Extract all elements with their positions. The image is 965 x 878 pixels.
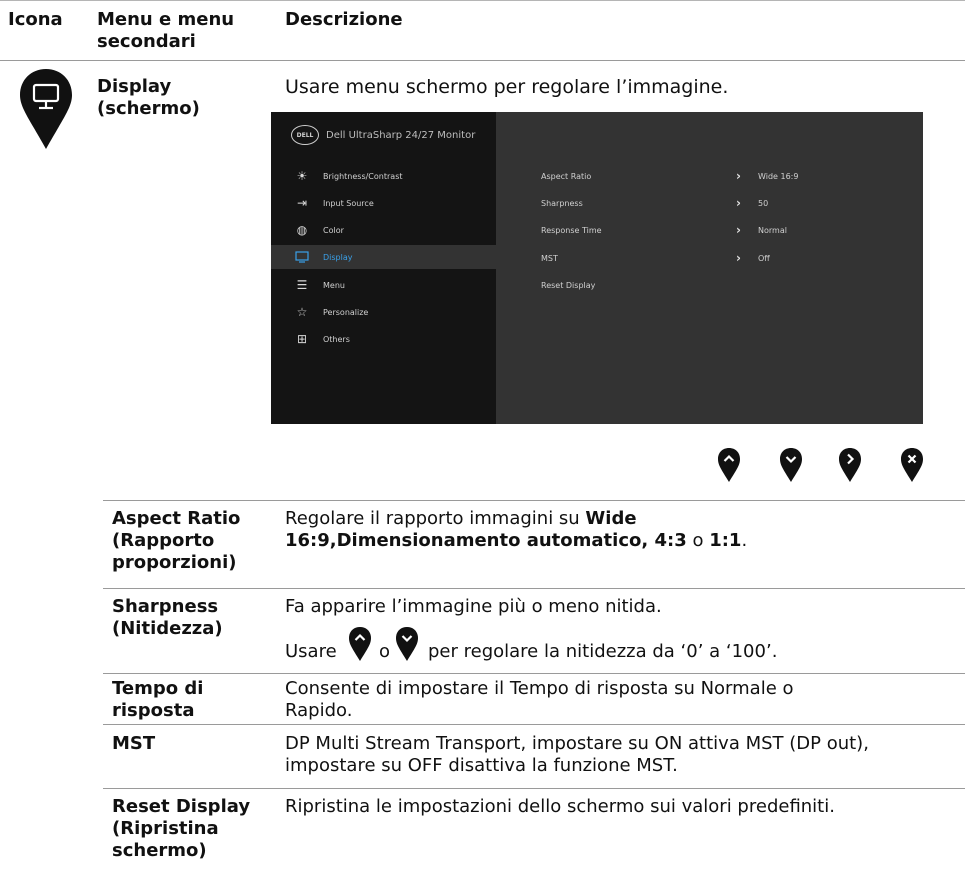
monitor-icon — [295, 250, 309, 264]
osd-menu-panel: DELL Dell UltraSharp 24/27 Monitor ☀ Bri… — [271, 112, 496, 424]
osd-menu-item-menu[interactable]: ☰ Menu — [271, 273, 496, 297]
header-menu: Menu e menu secondari — [97, 9, 235, 52]
row-rule-reset — [103, 788, 965, 789]
osd-title-bar: DELL Dell UltraSharp 24/27 Monitor — [291, 125, 475, 145]
response-time-description: Consente di impostare il Tempo di rispos… — [285, 678, 794, 721]
menu-list-icon: ☰ — [296, 278, 308, 292]
osd-setting-mst[interactable]: MST › Off — [541, 250, 901, 266]
mst-name: MST — [112, 733, 156, 754]
osd-menu-item-input-source[interactable]: ⇥ Input Source — [271, 191, 496, 215]
row-rule-mst — [103, 724, 965, 725]
mst-description: DP Multi Stream Transport, impostare su … — [285, 733, 869, 776]
osd-menu-item-others[interactable]: ⊞ Others — [271, 327, 496, 351]
up-button-icon — [718, 448, 740, 482]
down-button-icon — [780, 448, 802, 482]
osd-menu-item-brightness[interactable]: ☀ Brightness/Contrast — [271, 164, 496, 188]
top-rule — [0, 0, 965, 1]
reset-display-description: Ripristina le impostazioni dello schermo… — [285, 796, 835, 817]
header-description: Descrizione — [285, 9, 403, 30]
header-rule — [0, 60, 965, 61]
header-icon: Icona — [8, 9, 63, 30]
response-time-name: Tempo di risposta — [112, 678, 204, 721]
right-button-icon — [839, 448, 861, 482]
sharpness-name: Sharpness (Nitidezza) — [112, 596, 223, 639]
osd-menu-item-color[interactable]: ◍ Color — [271, 218, 496, 242]
display-description: Usare menu schermo per regolare l’immagi… — [285, 76, 729, 98]
chevron-right-icon: › — [736, 196, 741, 210]
close-button-icon — [901, 448, 923, 482]
display-menu-name: Display (schermo) — [97, 76, 200, 119]
osd-setting-sharpness[interactable]: Sharpness › 50 — [541, 195, 901, 211]
row-rule-aspect — [103, 500, 965, 501]
color-palette-icon: ◍ — [296, 223, 308, 237]
osd-screenshot: DELL Dell UltraSharp 24/27 Monitor ☀ Bri… — [271, 112, 923, 424]
osd-setting-aspect-ratio[interactable]: Aspect Ratio › Wide 16:9 — [541, 168, 901, 184]
aspect-ratio-description: Regolare il rapporto immagini su Wide 16… — [285, 508, 748, 551]
sharpness-description: Fa apparire l’immagine più o meno nitida… — [285, 596, 662, 617]
osd-setting-response-time[interactable]: Response Time › Normal — [541, 222, 901, 238]
display-pin-icon — [20, 69, 72, 149]
dell-logo: DELL — [291, 125, 319, 145]
reset-display-name: Reset Display (Ripristina schermo) — [112, 796, 251, 861]
star-icon: ☆ — [296, 305, 308, 319]
sharpness-usage: Usare o per regolare la nitidezza da ‘0’… — [285, 626, 945, 666]
input-source-icon: ⇥ — [296, 196, 308, 210]
osd-menu-item-display[interactable]: Display — [271, 245, 496, 269]
sun-icon: ☀ — [296, 169, 308, 183]
osd-menu-item-personalize[interactable]: ☆ Personalize — [271, 300, 496, 324]
row-rule-response — [103, 673, 965, 674]
chevron-right-icon: › — [736, 169, 741, 183]
chevron-right-icon: › — [736, 223, 741, 237]
up-button-icon — [349, 627, 371, 661]
row-rule-sharpness — [103, 588, 965, 589]
chevron-right-icon: › — [736, 251, 741, 265]
aspect-ratio-name: Aspect Ratio (Rapporto proporzioni) — [112, 508, 241, 573]
osd-title: Dell UltraSharp 24/27 Monitor — [326, 129, 476, 141]
down-button-icon — [396, 627, 418, 661]
others-icon: ⊞ — [296, 332, 308, 346]
osd-setting-reset-display[interactable]: Reset Display — [541, 277, 901, 293]
